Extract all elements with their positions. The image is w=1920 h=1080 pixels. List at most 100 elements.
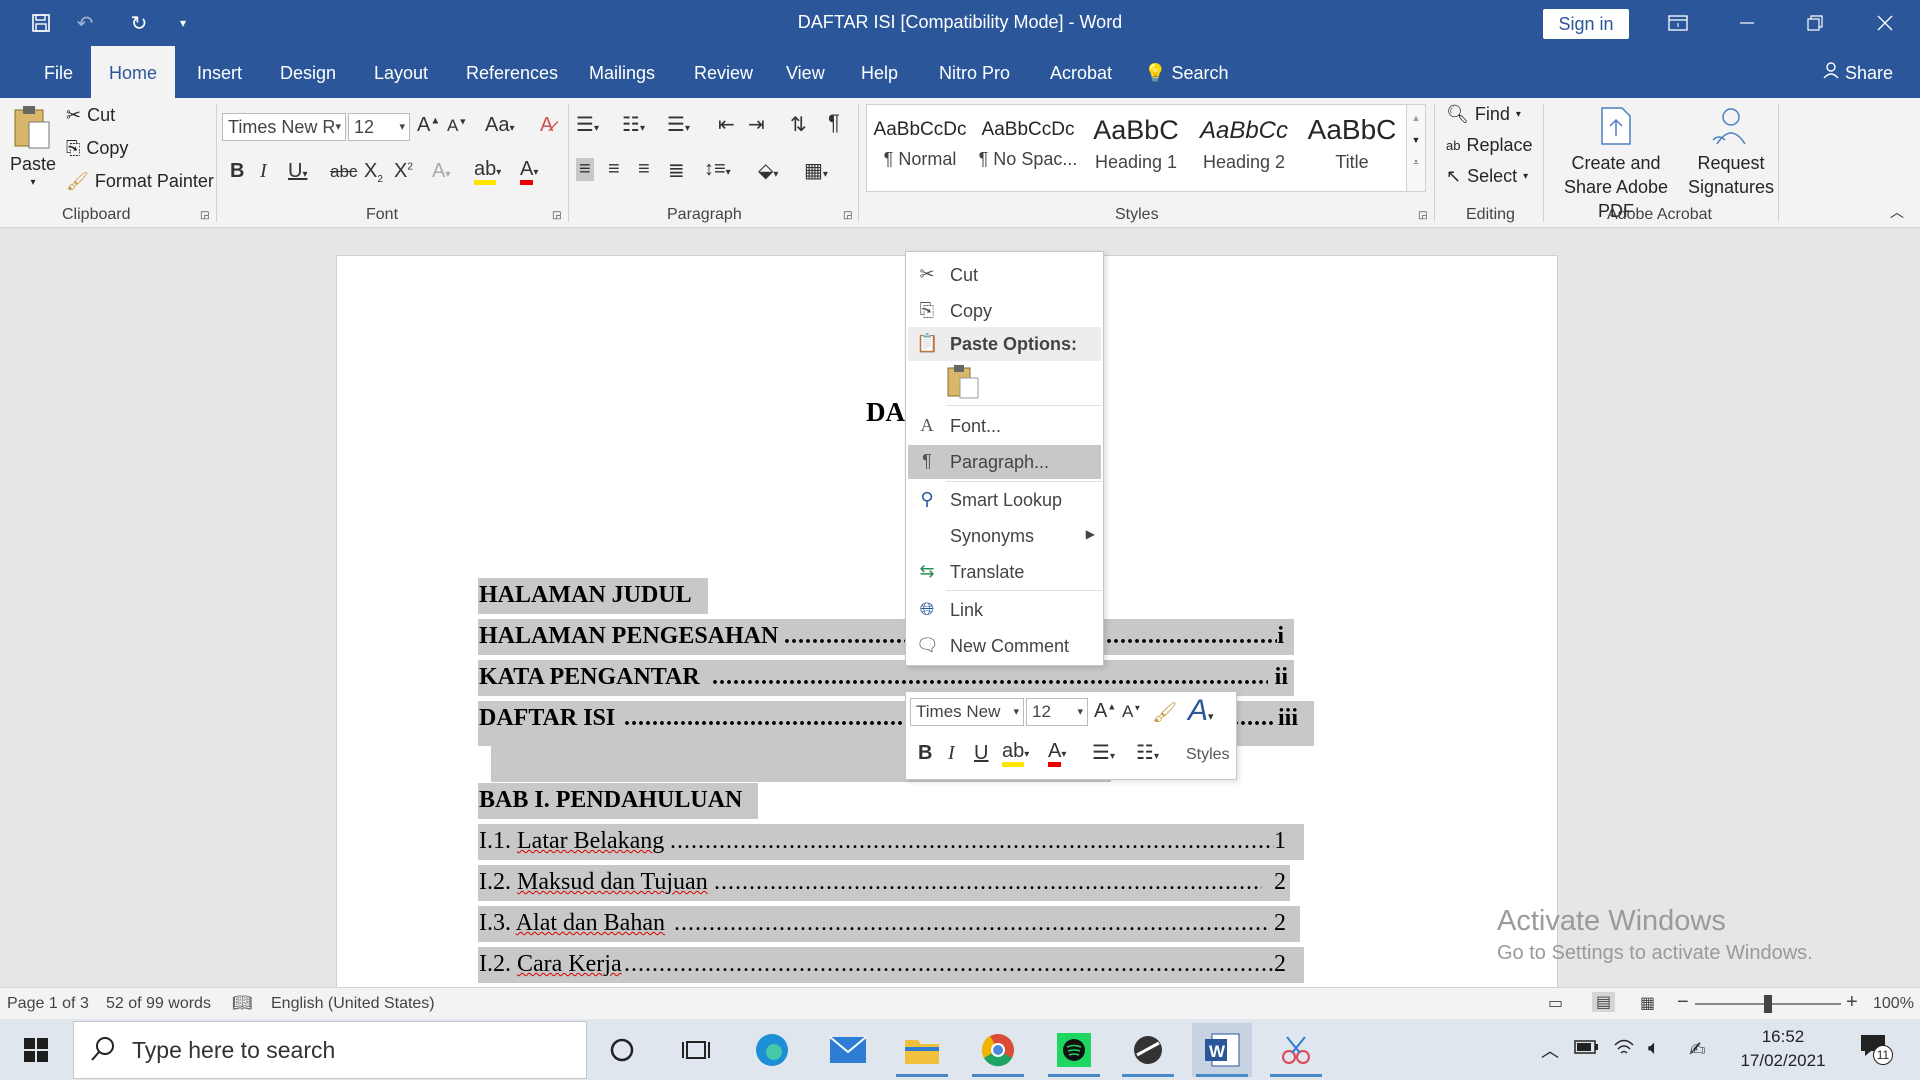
- toc-line[interactable]: I.2. Maksud dan Tujuan .................…: [478, 865, 1290, 901]
- change-case-icon[interactable]: Aa▾: [485, 114, 515, 137]
- italic-icon[interactable]: I: [948, 742, 955, 765]
- proofing-icon[interactable]: 📖︎: [232, 993, 252, 1013]
- align-right-icon[interactable]: ≡: [638, 158, 650, 181]
- volume-icon[interactable]: 🔈︎: [1648, 1037, 1660, 1060]
- style-heading-1[interactable]: AaBbC Heading 1: [1083, 105, 1189, 191]
- find-button[interactable]: 🔍︎ Find ▾: [1446, 104, 1521, 125]
- clock[interactable]: 16:52 17/02/2021: [1733, 1027, 1833, 1071]
- print-layout-icon[interactable]: ▤: [1592, 992, 1616, 1012]
- shrink-font-icon[interactable]: A▼: [1122, 702, 1141, 722]
- increase-indent-icon[interactable]: ⇥: [748, 112, 765, 137]
- dialog-launcher-icon[interactable]: ◲: [200, 210, 209, 221]
- font-size-combo[interactable]: 12 ▾: [348, 113, 410, 141]
- menu-item-smart-lookup[interactable]: ⚲ Smart Lookup: [908, 483, 1101, 517]
- superscript-icon[interactable]: X2: [394, 160, 413, 183]
- styles-icon[interactable]: A▾: [1188, 694, 1214, 728]
- borders-icon[interactable]: ▦▾: [804, 158, 828, 183]
- toc-line[interactable]: I.2. Cara Kerja ........................…: [478, 947, 1304, 983]
- numbering-icon[interactable]: ☷▾: [1136, 740, 1159, 765]
- app-icon[interactable]: [1118, 1023, 1178, 1077]
- chrome-icon[interactable]: [968, 1023, 1028, 1077]
- redo-icon[interactable]: ↻: [124, 9, 154, 37]
- tab-mailings[interactable]: Mailings: [571, 46, 673, 98]
- bold-icon[interactable]: B: [918, 742, 932, 765]
- collapse-ribbon-icon[interactable]: ︿: [1890, 202, 1904, 222]
- menu-item-link[interactable]: 🌐︎ Link: [908, 593, 1101, 627]
- decrease-indent-icon[interactable]: ⇤: [718, 112, 735, 137]
- zoom-slider-thumb[interactable]: [1764, 995, 1772, 1013]
- word-icon[interactable]: W: [1192, 1023, 1252, 1077]
- grow-font-icon[interactable]: A▲: [417, 114, 440, 137]
- toc-line[interactable]: I.3. Alat dan Bahan ....................…: [478, 906, 1300, 942]
- dialog-launcher-icon[interactable]: ◲: [552, 210, 561, 221]
- align-center-icon[interactable]: ≡: [608, 158, 620, 181]
- menu-item-font[interactable]: A Font...: [908, 409, 1101, 443]
- share-button[interactable]: Share: [1804, 46, 1911, 98]
- line-spacing-icon[interactable]: ↕≡▾: [704, 158, 731, 181]
- copy-button[interactable]: ⎘ Copy: [66, 138, 128, 159]
- language[interactable]: English (United States): [271, 995, 435, 1013]
- font-color-icon[interactable]: A▾: [1048, 740, 1066, 767]
- select-button[interactable]: ↖ Select ▾: [1446, 166, 1528, 187]
- format-painter-icon[interactable]: 🖌: [1152, 700, 1177, 725]
- bullets-icon[interactable]: ☰▾: [1092, 740, 1115, 765]
- mail-icon[interactable]: [818, 1023, 878, 1077]
- tell-me-search[interactable]: 💡 Search: [1126, 46, 1246, 98]
- clear-formatting-icon[interactable]: A̷: [540, 114, 553, 137]
- task-view-icon[interactable]: [666, 1023, 726, 1077]
- menu-item-new-comment[interactable]: 🗨︎ New Comment: [908, 629, 1101, 663]
- replace-button[interactable]: ab Replace: [1446, 135, 1533, 156]
- style-normal[interactable]: AaBbCcDc ¶ Normal: [867, 105, 973, 191]
- start-button[interactable]: [6, 1023, 66, 1077]
- mini-font-size-combo[interactable]: 12 ▾: [1026, 698, 1088, 726]
- italic-icon[interactable]: I: [260, 160, 267, 183]
- tab-help[interactable]: Help: [843, 46, 916, 98]
- menu-item-cut[interactable]: ✂ Cut: [908, 258, 1101, 292]
- toc-line[interactable]: HALAMAN JUDUL: [478, 578, 708, 614]
- numbering-icon[interactable]: ☷▾: [622, 112, 645, 137]
- web-layout-icon[interactable]: ▦: [1640, 993, 1655, 1013]
- customize-quick-access-icon[interactable]: ▾: [168, 9, 198, 37]
- styles-label[interactable]: Styles: [1186, 746, 1230, 764]
- shrink-font-icon[interactable]: A▼: [447, 116, 467, 136]
- font-name-combo[interactable]: Times New R ▾: [222, 113, 346, 141]
- align-left-icon[interactable]: ≡: [576, 158, 594, 181]
- spotify-icon[interactable]: [1044, 1023, 1104, 1077]
- tab-acrobat[interactable]: Acrobat: [1032, 46, 1130, 98]
- tab-nitro-pro[interactable]: Nitro Pro: [921, 46, 1028, 98]
- wifi-icon[interactable]: [1613, 1037, 1635, 1062]
- tab-file[interactable]: File: [26, 46, 91, 98]
- zoom-slider[interactable]: [1695, 995, 1841, 1013]
- tab-view[interactable]: View: [768, 46, 843, 98]
- tab-layout[interactable]: Layout: [356, 46, 446, 98]
- zoom-in-icon[interactable]: +: [1846, 991, 1858, 1014]
- cortana-icon[interactable]: [592, 1023, 652, 1077]
- strikethrough-icon[interactable]: abc: [330, 162, 357, 182]
- format-painter-button[interactable]: 🖌 Format Painter: [66, 171, 214, 192]
- menu-item-translate[interactable]: ⇆ Translate: [908, 555, 1101, 589]
- tab-review[interactable]: Review: [676, 46, 771, 98]
- toc-line[interactable]: I.1. Latar Belakang ....................…: [478, 824, 1304, 860]
- font-color-icon[interactable]: A▾: [520, 158, 538, 185]
- justify-icon[interactable]: ≣: [668, 158, 685, 183]
- toc-line[interactable]: HALAMAN PENGESAHAN .....................…: [478, 619, 1294, 655]
- styles-gallery-scroll[interactable]: ▲ ▼ ⩡: [1406, 104, 1426, 192]
- action-center-button[interactable]: 11: [1859, 1033, 1893, 1065]
- tab-references[interactable]: References: [448, 46, 576, 98]
- word-count[interactable]: 52 of 99 words: [106, 995, 211, 1013]
- read-mode-icon[interactable]: ▭: [1548, 993, 1563, 1013]
- multilevel-list-icon[interactable]: ☰▾: [667, 112, 690, 137]
- bullets-icon[interactable]: ☰▾: [576, 112, 599, 137]
- save-icon[interactable]: [26, 9, 56, 37]
- style-title[interactable]: AaBbC Title: [1299, 105, 1405, 191]
- underline-icon[interactable]: U: [974, 742, 988, 765]
- highlight-color-icon[interactable]: ab▾: [1002, 740, 1029, 767]
- cut-button[interactable]: ✂ Cut: [66, 105, 115, 126]
- underline-icon[interactable]: U▾: [288, 160, 307, 183]
- tab-design[interactable]: Design: [262, 46, 354, 98]
- minimize-icon[interactable]: [1714, 0, 1780, 46]
- snipping-tool-icon[interactable]: [1266, 1023, 1326, 1077]
- tab-home[interactable]: Home: [91, 46, 176, 98]
- mini-font-name-combo[interactable]: Times New ▾: [910, 698, 1024, 726]
- dialog-launcher-icon[interactable]: ◲: [843, 210, 852, 221]
